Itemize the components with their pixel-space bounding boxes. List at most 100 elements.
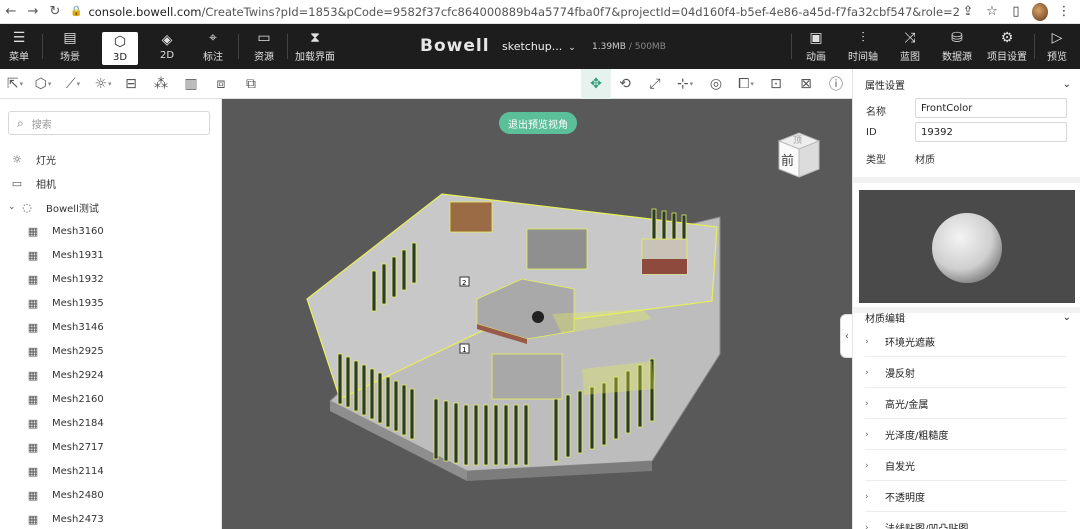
brand-logo: Bowell [420, 36, 490, 56]
nav-datasource[interactable]: ⛁ 数据源 [940, 24, 974, 69]
tree-item[interactable]: ▦ Mesh2114 [26, 461, 104, 481]
package-icon: ⊟ [125, 76, 137, 92]
properties-header[interactable]: 属性设置 ⌄ [865, 74, 1071, 94]
forward-icon[interactable]: → [22, 0, 44, 24]
frame-tool[interactable]: ⧈ [208, 69, 234, 99]
chevron-down-icon: ⌄ [568, 43, 576, 53]
nav-2d[interactable]: ◈ 2D [152, 24, 182, 69]
back-icon[interactable]: ← [0, 0, 22, 24]
tree-item[interactable]: ▦ Mesh2717 [26, 437, 104, 457]
nav-resources[interactable]: ▭ 资源 [249, 24, 279, 69]
nav-label: 标注 [203, 51, 223, 63]
sidebar-icon[interactable]: ▯ [1008, 4, 1024, 19]
material-item-label: 环境光遮蔽 [885, 338, 935, 349]
tree-item[interactable]: ▦ Mesh2480 [26, 485, 104, 505]
3d-viewport[interactable]: 2 1 退出预览视角 顶 前 [222, 99, 852, 529]
chart-tool[interactable]: ▥ [178, 69, 204, 99]
nav-3d[interactable]: ⬡ 3D [102, 32, 138, 65]
exit-preview-button[interactable]: 退出预览视角 [499, 112, 577, 134]
grid-icon: ⊠ [800, 76, 812, 92]
nav-label: 3D [112, 51, 128, 63]
material-item[interactable]: › 光泽度/粗糙度 [865, 420, 1067, 450]
nav-label: 加载界面 [295, 51, 335, 63]
material-item[interactable]: › 漫反射 [865, 358, 1067, 388]
camera-frame-tool[interactable]: ⊡ [763, 69, 789, 99]
focus-tool[interactable]: ◎ [703, 69, 729, 99]
cube-tool[interactable]: ⬡ ▾ [30, 69, 56, 99]
material-item[interactable]: › 不透明度 [865, 482, 1067, 512]
box-tool[interactable]: ⊟ [118, 69, 144, 99]
more-icon[interactable]: ⋮ [1056, 4, 1072, 19]
mesh-icon: ▦ [27, 224, 39, 238]
avatar[interactable] [1032, 2, 1048, 21]
nav-timeline[interactable]: ⫶ 时间轴 [846, 24, 880, 69]
tree-item[interactable]: ▦ Mesh2184 [26, 413, 104, 433]
tree-item[interactable]: ▦ Mesh2924 [26, 365, 104, 385]
menu-icon: ☰ [12, 29, 26, 46]
tree-item[interactable]: ▦ Mesh1931 [26, 245, 104, 265]
tree-item[interactable]: ▦ Mesh1932 [26, 269, 104, 289]
move-icon: ✥ [590, 76, 602, 92]
chevron-right-icon: › [865, 367, 869, 378]
tree-item[interactable]: ⌄ ◌ Bowell测试 [8, 197, 99, 217]
material-item-label: 光泽度/粗糙度 [885, 431, 949, 442]
nav-project-settings[interactable]: ⚙ 项目设置 [987, 24, 1027, 69]
view-tool[interactable]: ⧠ ▾ [733, 69, 759, 99]
line-tool[interactable]: ⟋ ▾ [60, 69, 86, 99]
search-input[interactable]: ⌕ 搜索 [8, 111, 210, 135]
info-tool[interactable]: ⓘ [823, 69, 849, 99]
material-item[interactable]: › 环境光遮蔽 [865, 327, 1067, 357]
tree-item-label: Mesh1935 [52, 297, 104, 309]
shuffle-icon: ⤨ [904, 29, 916, 46]
address-bar[interactable]: 🔒 console.bowell.com/CreateTwins?pId=185… [70, 0, 960, 24]
tree-item[interactable]: ☼ 灯光 [10, 149, 56, 169]
play-icon: ▷ [1051, 29, 1063, 46]
nav-preview[interactable]: ▷ 预览 [1043, 24, 1071, 69]
move-tool[interactable]: ✥ [581, 69, 611, 99]
bookmark-star-icon[interactable]: ☆ [984, 4, 1000, 19]
grid-tool[interactable]: ⊠ [793, 69, 819, 99]
tree-item[interactable]: ▦ Mesh3160 [26, 221, 104, 241]
reload-icon[interactable]: ↻ [44, 0, 66, 24]
nav-scene[interactable]: ▤ 场景 [55, 24, 85, 69]
tree-item[interactable]: ▦ Mesh2160 [26, 389, 104, 409]
tree-item[interactable]: ▦ Mesh1935 [26, 293, 104, 313]
view-cube[interactable]: 顶 前 [776, 129, 822, 179]
nav-label: 蓝图 [900, 51, 920, 63]
material-item[interactable]: › 高光/金属 [865, 389, 1067, 419]
light-gizmo[interactable] [532, 311, 544, 323]
material-item[interactable]: › 自发光 [865, 451, 1067, 481]
layers-icon: ◈ [161, 31, 173, 48]
pin-icon: ⌖ [209, 29, 217, 46]
tree-item[interactable]: ▦ Mesh2925 [26, 341, 104, 361]
tree-item-label: Bowell测试 [46, 203, 99, 215]
settings-icon: ⚙ [1000, 29, 1014, 46]
select-tool[interactable]: ⇱ ▾ [2, 69, 28, 99]
rotate-icon: ⟲ [619, 76, 631, 92]
share-icon[interactable]: ⇪ [960, 4, 976, 19]
nav-animation[interactable]: ▣ 动画 [802, 24, 830, 69]
nav-loading-screen[interactable]: ⧗ 加载界面 [294, 24, 336, 69]
material-edit-header[interactable]: 材质编辑 ⌄ [865, 307, 1071, 327]
nav-blueprint[interactable]: ⤨ 蓝图 [896, 24, 924, 69]
project-selector[interactable]: sketchup... ⌄ [502, 40, 576, 53]
capture-tool[interactable]: ⧉ [238, 69, 264, 99]
tree-item[interactable]: ▦ Mesh2473 [26, 509, 104, 529]
tree-item-label: Mesh2184 [52, 417, 104, 429]
tree-item-label: 相机 [36, 179, 56, 191]
rotate-tool[interactable]: ⟲ [612, 69, 638, 99]
id-field[interactable]: 19392 [915, 122, 1067, 142]
chevron-down-icon: ⌄ [1062, 78, 1071, 90]
snap-tool[interactable]: ⊹ ▾ [672, 69, 698, 99]
material-item[interactable]: › 法线贴图/凹凸贴图 [865, 513, 1067, 529]
light-tool[interactable]: ☼ ▾ [90, 69, 116, 99]
chevron-down-icon[interactable]: ⌄ [8, 202, 18, 212]
tree-item[interactable]: ▭ 相机 [10, 173, 56, 193]
name-field[interactable]: FrontColor [915, 98, 1067, 118]
nav-menu[interactable]: ☰ 菜单 [6, 24, 32, 69]
tree-item[interactable]: ▦ Mesh3146 [26, 317, 104, 337]
scale-tool[interactable]: ⤢ [642, 69, 668, 99]
nav-label: 场景 [60, 51, 80, 63]
particle-tool[interactable]: ⁂ [148, 69, 174, 99]
nav-annotate[interactable]: ⌖ 标注 [198, 24, 228, 69]
